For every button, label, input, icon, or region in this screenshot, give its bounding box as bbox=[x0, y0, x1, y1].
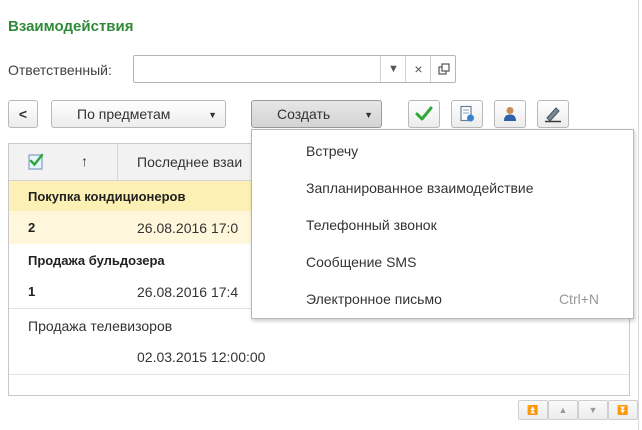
checkmark-icon bbox=[415, 106, 433, 121]
dropdown-button[interactable]: ▼ bbox=[380, 56, 406, 82]
user-button[interactable] bbox=[494, 100, 526, 128]
date-label: 26.08.2016 17:4 bbox=[137, 284, 239, 300]
checkmark-clipboard-icon bbox=[28, 153, 44, 170]
count-label: 1 bbox=[28, 284, 36, 299]
back-button[interactable]: < bbox=[8, 100, 38, 128]
move-last-icon: ⏬ bbox=[617, 404, 629, 415]
move-last-button[interactable]: ⏬ bbox=[608, 400, 638, 420]
subject-label: Продажа бульдозера bbox=[28, 253, 165, 268]
responsible-label: Ответственный: bbox=[8, 62, 112, 78]
subject-label: Покупка кондиционеров bbox=[28, 189, 186, 204]
column-separator bbox=[117, 144, 118, 180]
date-label: 02.03.2015 12:00:00 bbox=[137, 349, 266, 365]
move-down-button[interactable]: ▼ bbox=[578, 400, 608, 420]
caret-down-icon: ▼ bbox=[208, 110, 217, 120]
responsible-input[interactable] bbox=[138, 60, 378, 80]
open-window-icon bbox=[437, 63, 450, 75]
create-label: Создать bbox=[277, 106, 331, 122]
move-up-icon: ▲ bbox=[558, 405, 568, 415]
subject-label: Продажа телевизоров bbox=[28, 318, 173, 334]
create-menu: Встречу Запланированное взаимодействие Т… bbox=[251, 129, 634, 319]
move-up-button[interactable]: ▲ bbox=[548, 400, 578, 420]
menu-item-label: Запланированное взаимодействие bbox=[306, 180, 534, 196]
group-by-label: По предметам bbox=[77, 106, 171, 122]
column-header-last-interaction[interactable]: Последнее взаи bbox=[137, 154, 242, 170]
menu-item-label: Телефонный звонок bbox=[306, 217, 437, 233]
menu-item-shortcut: Ctrl+N bbox=[558, 291, 599, 307]
table-row[interactable]: 02.03.2015 12:00:00 bbox=[9, 340, 629, 375]
count-label: 2 bbox=[28, 220, 36, 235]
group-by-button[interactable]: По предметам ▼ bbox=[51, 100, 226, 128]
clear-button[interactable]: × bbox=[405, 56, 431, 82]
create-button[interactable]: Создать ▼ bbox=[251, 100, 382, 128]
caret-down-icon: ▼ bbox=[364, 110, 373, 120]
open-button[interactable] bbox=[430, 56, 456, 82]
list-status-icon bbox=[27, 152, 45, 173]
menu-item-meeting[interactable]: Встречу bbox=[252, 133, 633, 170]
mark-done-button[interactable] bbox=[408, 100, 440, 128]
document-view-icon bbox=[460, 105, 474, 122]
menu-item-planned-interaction[interactable]: Запланированное взаимодействие bbox=[252, 170, 633, 207]
menu-item-email[interactable]: Электронное письмо Ctrl+N bbox=[252, 281, 633, 318]
document-view-button[interactable] bbox=[451, 100, 483, 128]
sort-arrow-icon[interactable]: ↑ bbox=[81, 153, 88, 169]
move-first-button[interactable]: ⏫ bbox=[518, 400, 548, 420]
menu-item-label: Встречу bbox=[306, 143, 359, 159]
pencil-icon bbox=[545, 107, 561, 123]
move-first-icon: ⏫ bbox=[527, 404, 539, 415]
menu-item-label: Сообщение SMS bbox=[306, 254, 417, 270]
edit-button[interactable] bbox=[537, 100, 569, 128]
menu-item-label: Электронное письмо bbox=[306, 291, 442, 307]
menu-item-phone-call[interactable]: Телефонный звонок bbox=[252, 207, 633, 244]
page-title: Взаимодействия bbox=[8, 18, 134, 35]
user-icon bbox=[504, 107, 516, 121]
date-label: 26.08.2016 17:0 bbox=[137, 220, 239, 236]
responsible-field[interactable]: ▼ × bbox=[133, 55, 456, 83]
chevron-left-icon: < bbox=[18, 106, 28, 122]
clear-icon: × bbox=[414, 61, 423, 77]
caret-down-icon: ▼ bbox=[388, 63, 399, 75]
move-down-icon: ▼ bbox=[588, 405, 598, 415]
menu-item-sms[interactable]: Сообщение SMS bbox=[252, 244, 633, 281]
window-border bbox=[638, 0, 639, 430]
